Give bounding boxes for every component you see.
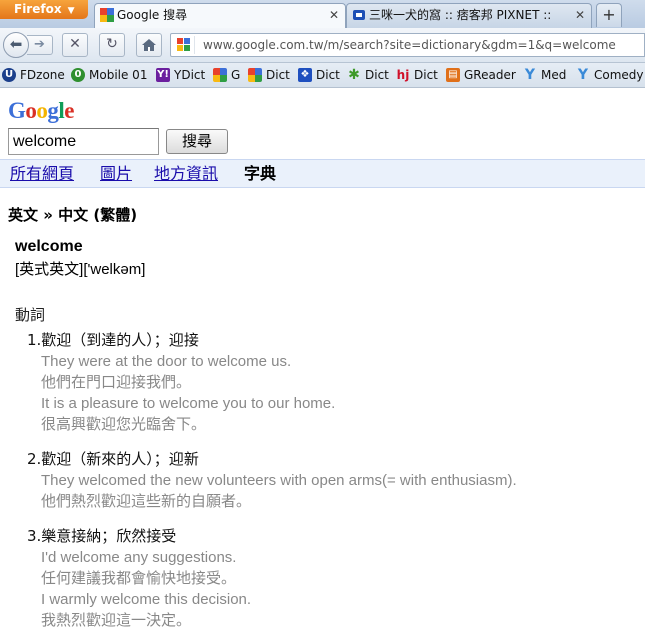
address-bar[interactable]: www.google.com.tw/m/search?site=dictiona… — [170, 33, 645, 57]
bookmark-label: GReader — [464, 68, 516, 82]
site-identity-icon[interactable] — [174, 36, 195, 54]
tab-dictionary: 字典 — [244, 164, 277, 183]
new-tab-button[interactable]: + — [596, 3, 622, 27]
reload-button[interactable]: ↻ — [99, 33, 125, 57]
bookmark-label: Dict — [316, 68, 340, 82]
bookmark-dict-leaf[interactable]: ✱ Dict — [347, 67, 389, 83]
tab-bar: Firefox ▼ Google 搜尋 ✕ 三咪一犬的窩 :: 痞客邦 PIXNE… — [0, 0, 645, 29]
tab-pixnet[interactable]: 三咪一犬的窩 :: 痞客邦 PIXNET :: ✕ — [346, 3, 592, 28]
y-icon: Y — [524, 67, 536, 83]
forward-button[interactable]: ➔ — [27, 35, 53, 55]
example-english: They welcomed the new volunteers with op… — [41, 472, 517, 489]
sense-definition: 2.歡迎（新來的人）；迎新 — [27, 450, 199, 468]
y-icon: Y — [577, 67, 589, 83]
bookmark-g[interactable]: G — [213, 67, 240, 83]
bookmark-label: Dict — [414, 68, 438, 82]
yahoo-icon: Y! — [156, 68, 170, 82]
part-of-speech: 動詞 — [15, 306, 46, 324]
example-chinese: 他們熱烈歡迎這些新的自願者。 — [41, 492, 252, 510]
sense-list: 1.歡迎（到達的人）；迎接 They were at the door to w… — [15, 330, 635, 631]
bookmark-dict-paw[interactable]: ❖ Dict — [298, 67, 340, 83]
tab-all-web[interactable]: 所有網頁 — [10, 164, 74, 184]
example-chinese: 任何建議我都會愉快地接受。 — [41, 569, 237, 587]
firefox-menu-label: Firefox — [14, 2, 62, 16]
example-chinese: 很高興歡迎您光臨舍下。 — [41, 415, 207, 433]
stop-icon: ✕ — [69, 36, 81, 52]
bookmarks-toolbar: U FDzone 0 Mobile 01 Y! YDict G Dict ❖ Dict … — [0, 63, 645, 88]
sense-item: 2.歡迎（新來的人）；迎新 They welcomed the new volu… — [27, 449, 635, 512]
bookmark-label: FDzone — [20, 68, 65, 82]
bookmark-mobile01[interactable]: 0 Mobile 01 — [71, 67, 147, 83]
search-button[interactable]: 搜尋 — [166, 129, 228, 154]
google-icon — [213, 68, 227, 82]
bookmark-dict-hj[interactable]: hj Dict — [396, 67, 438, 83]
mobile01-icon: 0 — [71, 68, 85, 82]
plus-icon: + — [602, 5, 616, 24]
bookmark-med[interactable]: Y Med — [523, 67, 566, 83]
close-tab-icon[interactable]: ✕ — [329, 4, 339, 26]
bookmark-label: YDict — [174, 68, 206, 82]
tab-images[interactable]: 圖片 — [100, 164, 132, 184]
example-english: I'd welcome any suggestions. — [41, 549, 237, 566]
tab-title: 三咪一犬的窩 :: 痞客邦 PIXNET :: — [369, 8, 552, 22]
greader-icon: ▤ — [446, 68, 460, 82]
reload-icon: ↻ — [106, 36, 118, 52]
pronunciation: [英式英文]['welkəm] — [15, 261, 146, 278]
bookmark-greader[interactable]: ▤ GReader — [446, 67, 516, 83]
forward-arrow-icon: ➔ — [34, 37, 45, 52]
dictionary-entry: welcome [英式英文]['welkəm] 動詞 1.歡迎（到達的人）；迎接… — [15, 238, 635, 641]
bookmark-label: Dict — [365, 68, 389, 82]
dictionary-direction: 英文 » 中文 (繁體) — [8, 206, 138, 224]
example-chinese: 他們在門口迎接我們。 — [41, 373, 192, 391]
leaf-icon: ✱ — [348, 67, 360, 83]
back-arrow-icon: ⬅ — [9, 35, 23, 53]
search-input[interactable] — [8, 128, 159, 155]
stop-button[interactable]: ✕ — [62, 33, 88, 57]
paw-icon: ❖ — [298, 68, 312, 82]
chevron-down-icon: ▼ — [67, 6, 75, 16]
firefox-menu-button[interactable]: Firefox ▼ — [0, 0, 88, 19]
hj-icon: hj — [396, 68, 410, 82]
back-forward-group: ➔ ⬅ — [3, 32, 55, 58]
bookmark-fdzone[interactable]: U FDzone — [2, 67, 65, 83]
bookmark-label: G — [231, 68, 241, 82]
tab-title: Google 搜尋 — [117, 8, 188, 22]
bookmark-comedy[interactable]: Y Comedy — [576, 67, 644, 83]
fdzone-icon: U — [2, 68, 16, 82]
home-button[interactable] — [136, 33, 162, 57]
example-chinese: 我熱烈歡迎這一決定。 — [41, 611, 192, 629]
tab-local[interactable]: 地方資訊 — [154, 164, 218, 184]
headword: welcome — [15, 238, 83, 255]
google-logo[interactable]: Google — [8, 98, 74, 124]
home-icon — [142, 39, 156, 51]
sense-definition: 1.歡迎（到達的人）；迎接 — [27, 331, 199, 349]
search-type-tabs: 所有網頁 圖片 地方資訊 字典 — [0, 159, 645, 188]
google-icon — [248, 68, 262, 82]
bookmark-ydict[interactable]: Y! YDict — [156, 67, 205, 83]
url-text[interactable]: www.google.com.tw/m/search?site=dictiona… — [203, 34, 616, 56]
navigation-toolbar: ➔ ⬅ ✕ ↻ www.google.com.tw/m/search?site=… — [0, 28, 645, 63]
sense-item: 3.樂意接納；欣然接受 I'd welcome any suggestions.… — [27, 526, 635, 631]
example-english: I warmly welcome this decision. — [41, 591, 252, 608]
example-english: They were at the door to welcome us. — [41, 353, 292, 370]
page-content: Google 搜尋 所有網頁 圖片 地方資訊 字典 英文 » 中文 (繁體) w… — [0, 88, 645, 641]
bookmark-label: Dict — [266, 68, 290, 82]
bookmark-dict-google[interactable]: Dict — [248, 67, 290, 83]
sense-definition: 3.樂意接納；欣然接受 — [27, 527, 177, 545]
back-button[interactable]: ⬅ — [3, 32, 29, 58]
example-english: It is a pleasure to welcome you to our h… — [41, 395, 336, 412]
pixnet-favicon-icon — [353, 10, 365, 20]
bookmark-label: Mobile 01 — [89, 68, 148, 82]
bookmark-label: Med — [541, 68, 567, 82]
sense-item: 1.歡迎（到達的人）；迎接 They were at the door to w… — [27, 330, 635, 435]
google-favicon-icon — [100, 8, 114, 22]
close-tab-icon[interactable]: ✕ — [575, 4, 585, 26]
bookmark-label: Comedy — [594, 68, 644, 82]
tab-google-search[interactable]: Google 搜尋 ✕ — [94, 3, 346, 28]
